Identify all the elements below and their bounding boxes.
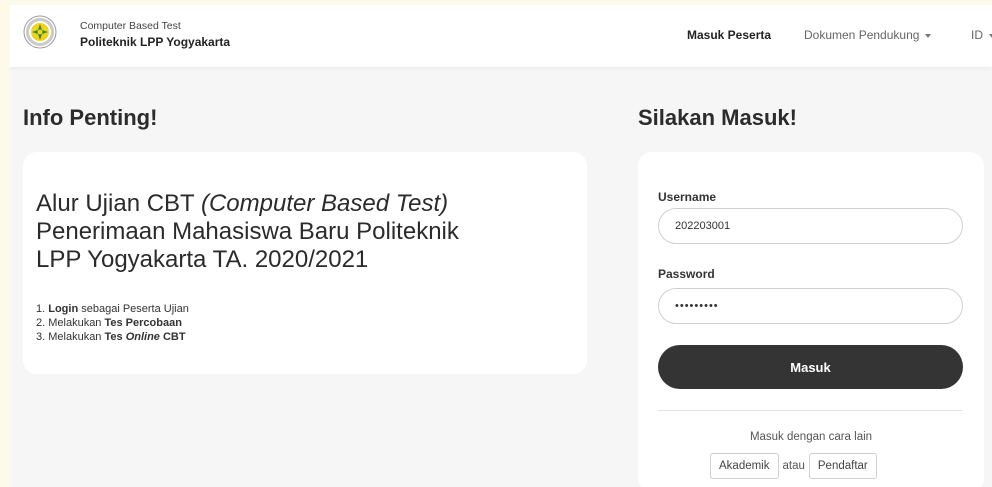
politeknik-logo-icon[interactable]: [23, 15, 57, 49]
caret-down-icon: [925, 33, 932, 38]
step-number: 3. Melakukan: [36, 331, 105, 343]
password-label: Password: [658, 267, 715, 281]
step-bold-rest: CBT: [159, 331, 186, 343]
divider: [658, 410, 963, 411]
akademik-button[interactable]: Akademik: [710, 453, 779, 479]
step-bold-text: Tes: [104, 331, 126, 343]
info-title-italic: (Computer Based Test): [200, 190, 449, 217]
brand-subtitle: Computer Based Test: [80, 20, 181, 32]
nav-language-dropdown[interactable]: ID: [971, 28, 992, 42]
info-card: Alur Ujian CBT (Computer Based Test) Pen…: [23, 152, 587, 374]
step-bold: Tes Online CBT: [104, 331, 185, 343]
username-input[interactable]: [658, 208, 963, 244]
navbar: Computer Based Test Politeknik LPP Yogya…: [10, 5, 992, 67]
step-number: 1.: [36, 303, 49, 315]
step-text: sebagai Peserta Ujian: [78, 303, 189, 315]
step-number: 2. Melakukan: [36, 317, 105, 329]
nav-dokumen-pendukung-label: Dokumen Pendukung: [804, 28, 920, 42]
step-bold: Tes Percobaan: [104, 317, 182, 329]
step-bold: Login: [48, 303, 79, 315]
alt-or-text: atau: [782, 460, 805, 472]
steps-list: 1. Login sebagai Peserta Ujian 2. Melaku…: [36, 302, 189, 344]
password-input[interactable]: [658, 288, 963, 324]
login-card: Username Password Masuk Masuk dengan car…: [638, 152, 984, 487]
masuk-button[interactable]: Masuk: [658, 345, 963, 389]
info-heading: Info Penting!: [23, 105, 158, 130]
nav-masuk-peserta-label: Masuk Peserta: [687, 28, 772, 42]
page: Computer Based Test Politeknik LPP Yogya…: [10, 5, 992, 487]
info-title: Alur Ujian CBT (Computer Based Test) Pen…: [36, 190, 506, 274]
brand-title[interactable]: Politeknik LPP Yogyakarta: [80, 35, 230, 49]
info-title-end: Penerimaan Mahasiswa Baru Politeknik LPP…: [36, 218, 459, 273]
alt-login-text: Masuk dengan cara lain: [749, 431, 873, 443]
alt-login-row: Akademik atau Pendaftar: [710, 453, 877, 479]
nav-language-label: ID: [971, 28, 983, 42]
nav-masuk-peserta[interactable]: Masuk Peserta: [687, 28, 771, 42]
pendaftar-button[interactable]: Pendaftar: [808, 453, 877, 479]
nav-dokumen-pendukung-dropdown[interactable]: Dokumen Pendukung: [804, 28, 932, 42]
step-bold-italic: Online: [125, 331, 160, 343]
info-title-start: Alur Ujian CBT: [36, 190, 201, 217]
username-label: Username: [658, 190, 717, 204]
step-item: 3. Melakukan Tes Online CBT: [36, 330, 189, 344]
step-item: 1. Login sebagai Peserta Ujian: [36, 302, 189, 316]
login-heading: Silakan Masuk!: [638, 105, 797, 130]
step-item: 2. Melakukan Tes Percobaan: [36, 316, 189, 330]
